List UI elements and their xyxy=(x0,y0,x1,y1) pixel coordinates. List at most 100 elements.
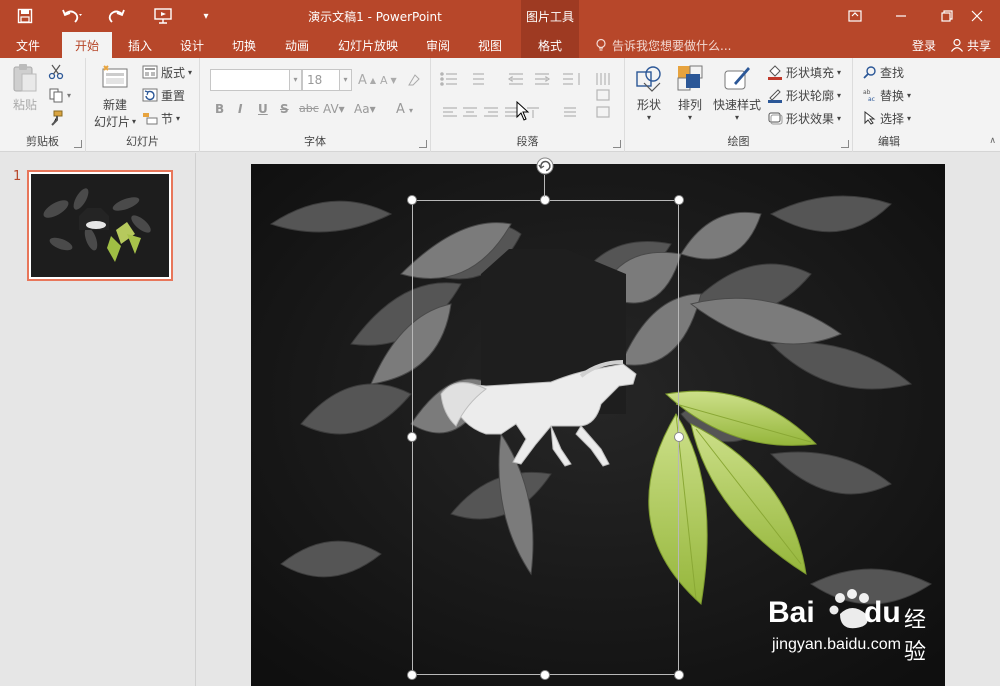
increase-font-size-icon[interactable]: A ▲ xyxy=(358,70,376,90)
editing-group: 查找 ab ac 替换 ▾ 选择 ▾ 编辑 ∧ xyxy=(853,58,1000,152)
quick-styles-button[interactable]: 快速样式 ▾ xyxy=(711,62,763,122)
tell-me-box[interactable]: 告诉我您想要做什么... xyxy=(594,37,731,53)
character-spacing-icon[interactable]: AV▾ xyxy=(323,102,345,122)
minimize-icon[interactable] xyxy=(878,0,924,32)
watermark-brand-2: du xyxy=(864,596,901,629)
shapes-button[interactable]: 形状 ▾ xyxy=(629,62,669,122)
bold-icon[interactable]: B xyxy=(215,102,224,122)
arrange-button[interactable]: 排列 ▾ xyxy=(671,62,709,122)
copy-button[interactable]: ▾ xyxy=(48,85,71,105)
font-color-icon[interactable]: A ▾ xyxy=(396,102,413,122)
strikethrough-icon[interactable]: abc xyxy=(299,102,319,122)
font-size-dropdown-icon[interactable]: ▾ xyxy=(339,70,351,90)
resize-handle-top-right[interactable] xyxy=(674,195,684,205)
shape-effects-button[interactable]: 形状效果 ▾ xyxy=(767,108,841,128)
font-size-value: 18 xyxy=(307,73,323,87)
find-button[interactable]: 查找 xyxy=(863,62,904,82)
tab-slideshow[interactable]: 幻灯片放映 xyxy=(330,32,406,58)
shape-fill-label: 形状填充 xyxy=(786,65,835,80)
tab-format[interactable]: 格式 xyxy=(521,32,579,58)
font-name-dropdown-icon[interactable]: ▾ xyxy=(289,70,301,90)
customize-quick-access-icon[interactable]: ▾ xyxy=(198,6,214,26)
share-button[interactable]: 共享 xyxy=(950,32,1000,58)
resize-handle-bottom[interactable] xyxy=(540,670,550,680)
tab-review[interactable]: 审阅 xyxy=(416,32,460,58)
underline-icon[interactable]: U xyxy=(258,102,268,122)
sign-in-link[interactable]: 登录 xyxy=(912,37,936,54)
resize-handle-left[interactable] xyxy=(407,432,417,442)
redo-icon[interactable] xyxy=(106,6,128,26)
copy-icon xyxy=(49,88,63,103)
reset-button[interactable]: 重置 xyxy=(142,85,185,105)
new-slide-label-2: 幻灯片 xyxy=(93,115,130,129)
layout-button[interactable]: 版式 ▾ xyxy=(142,62,192,82)
drawing-launcher-icon[interactable] xyxy=(841,140,849,148)
change-case-icon[interactable]: Aa▾ xyxy=(354,102,376,122)
new-slide-button[interactable]: 新建 幻灯片 ▾ xyxy=(90,62,140,130)
editing-group-label: 编辑 xyxy=(878,135,900,148)
font-group: ▾ 18 ▾ A ▲ A ▼ B I U S abc AV▾ Aa▾ A ▾ 字体 xyxy=(200,58,431,152)
shape-fill-button[interactable]: 形状填充 ▾ xyxy=(767,62,841,82)
tab-home[interactable]: 开始 xyxy=(62,32,112,58)
select-button[interactable]: 选择 ▾ xyxy=(863,108,911,128)
font-name-combobox[interactable]: ▾ xyxy=(210,69,302,91)
italic-icon[interactable]: I xyxy=(238,102,242,122)
shape-outline-button[interactable]: 形状轮廓 ▾ xyxy=(767,85,841,105)
resize-handle-top[interactable] xyxy=(540,195,550,205)
slide-number: 1 xyxy=(13,169,22,184)
drawing-group-label: 绘图 xyxy=(727,135,750,148)
tab-transitions[interactable]: 切换 xyxy=(222,32,266,58)
layout-label: 版式 xyxy=(161,65,186,80)
slides-pane: 1 xyxy=(0,153,196,686)
clipboard-launcher-icon[interactable] xyxy=(74,140,82,148)
replace-button[interactable]: ab ac 替换 ▾ xyxy=(863,85,911,105)
clear-formatting-icon[interactable] xyxy=(407,70,421,90)
paragraph-launcher-icon[interactable] xyxy=(613,140,621,148)
collapse-ribbon-icon[interactable]: ∧ xyxy=(989,136,996,146)
layout-icon xyxy=(142,65,158,79)
ribbon: 粘贴 ▾ 剪贴板 新建 幻灯片 ▾ 版式 ▾ 重置 节 ▾ 幻灯片 ▾ 18 ▾… xyxy=(0,58,1000,152)
tab-design[interactable]: 设计 xyxy=(170,32,214,58)
shapes-label: 形状 xyxy=(636,98,661,112)
font-launcher-icon[interactable] xyxy=(419,140,427,148)
watermark-product: 经验 xyxy=(904,608,927,665)
cut-button[interactable] xyxy=(48,62,64,82)
shadow-icon[interactable]: S xyxy=(280,102,289,122)
resize-handle-right[interactable] xyxy=(674,432,684,442)
undo-icon[interactable] xyxy=(58,6,86,26)
resize-handle-bottom-right[interactable] xyxy=(674,670,684,680)
start-from-beginning-icon[interactable] xyxy=(150,6,176,26)
tab-view[interactable]: 视图 xyxy=(468,32,512,58)
resize-handle-bottom-left[interactable] xyxy=(407,670,417,680)
ribbon-display-options-icon[interactable] xyxy=(832,0,878,32)
tab-insert[interactable]: 插入 xyxy=(118,32,162,58)
rotate-handle-icon[interactable] xyxy=(536,157,554,175)
paintbrush-icon xyxy=(51,110,63,126)
svg-text:ac: ac xyxy=(868,96,875,102)
font-size-combobox[interactable]: 18 ▾ xyxy=(302,69,352,91)
section-button[interactable]: 节 ▾ xyxy=(142,108,180,128)
font-group-label: 字体 xyxy=(304,135,326,148)
resize-handle-top-left[interactable] xyxy=(407,195,417,205)
save-icon[interactable] xyxy=(14,6,36,26)
reset-icon xyxy=(142,88,158,102)
scissors-icon xyxy=(48,64,64,80)
selected-picture-frame[interactable] xyxy=(412,200,679,675)
search-icon xyxy=(863,66,876,79)
close-icon[interactable] xyxy=(954,0,1000,32)
decrease-font-size-icon[interactable]: A ▼ xyxy=(380,70,397,90)
slides-group: 新建 幻灯片 ▾ 版式 ▾ 重置 节 ▾ 幻灯片 xyxy=(86,58,200,152)
format-painter-button[interactable] xyxy=(48,108,64,128)
paste-button[interactable]: 粘贴 xyxy=(8,62,42,113)
drawing-group: 形状 ▾ 排列 ▾ 快速样式 ▾ 形状填充 ▾ 形状轮廓 ▾ 形状效果 ▾ 绘图 xyxy=(625,58,853,152)
lightbulb-icon xyxy=(596,38,606,51)
section-label: 节 xyxy=(161,111,174,126)
tab-file[interactable]: 文件 xyxy=(5,32,51,58)
tell-me-placeholder: 告诉我您想要做什么... xyxy=(612,38,732,53)
arrange-label: 排列 xyxy=(677,98,702,112)
quick-styles-label: 快速样式 xyxy=(712,98,761,112)
replace-icon: abac xyxy=(863,89,875,102)
new-slide-label-1: 新建 xyxy=(102,98,127,112)
slide-thumbnail[interactable] xyxy=(27,170,173,281)
tab-animations[interactable]: 动画 xyxy=(274,32,320,58)
